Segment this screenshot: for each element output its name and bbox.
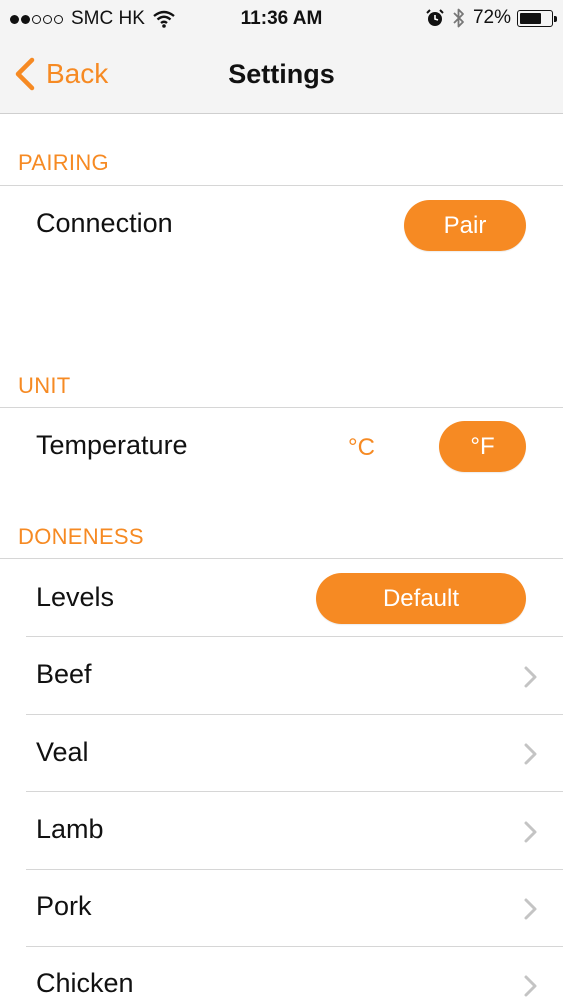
levels-default-button[interactable]: Default bbox=[316, 573, 526, 624]
settings-screen: SMC HK 11:36 AM 72% Back Settings PAIRIN… bbox=[0, 0, 563, 1000]
section-header-doneness: DONENESS bbox=[18, 524, 144, 549]
temperature-label: Temperature bbox=[36, 430, 188, 460]
divider bbox=[26, 714, 563, 715]
celsius-option[interactable]: °C bbox=[348, 434, 375, 462]
connection-label: Connection bbox=[36, 208, 173, 238]
chevron-right-icon bbox=[524, 743, 537, 765]
divider bbox=[0, 185, 563, 186]
pair-button[interactable]: Pair bbox=[404, 200, 526, 251]
doneness-item-chicken[interactable]: Chicken bbox=[36, 968, 134, 999]
doneness-item-veal[interactable]: Veal bbox=[36, 737, 89, 768]
navigation-bar: Back Settings bbox=[0, 40, 563, 114]
divider bbox=[26, 946, 563, 947]
divider bbox=[26, 791, 563, 792]
divider bbox=[26, 869, 563, 870]
divider bbox=[26, 636, 563, 637]
chevron-right-icon bbox=[524, 821, 537, 843]
doneness-item-pork[interactable]: Pork bbox=[36, 891, 92, 922]
chevron-right-icon bbox=[524, 666, 537, 688]
alarm-clock-icon bbox=[426, 9, 444, 26]
status-bar: SMC HK 11:36 AM 72% bbox=[0, 0, 563, 40]
doneness-item-lamb[interactable]: Lamb bbox=[36, 814, 104, 845]
section-header-pairing: PAIRING bbox=[18, 150, 109, 175]
bluetooth-icon bbox=[453, 8, 464, 28]
divider bbox=[0, 558, 563, 559]
battery-icon bbox=[517, 9, 557, 27]
status-right: 72% bbox=[425, 7, 557, 29]
page-title: Settings bbox=[228, 59, 335, 89]
chevron-right-icon bbox=[524, 898, 537, 920]
chevron-right-icon bbox=[524, 975, 537, 997]
levels-label: Levels bbox=[36, 582, 115, 612]
divider bbox=[0, 407, 563, 408]
section-header-unit: UNIT bbox=[18, 373, 71, 398]
fahrenheit-option[interactable]: °F bbox=[439, 421, 526, 472]
doneness-item-beef[interactable]: Beef bbox=[36, 659, 92, 690]
battery-percentage: 72% bbox=[472, 7, 511, 28]
